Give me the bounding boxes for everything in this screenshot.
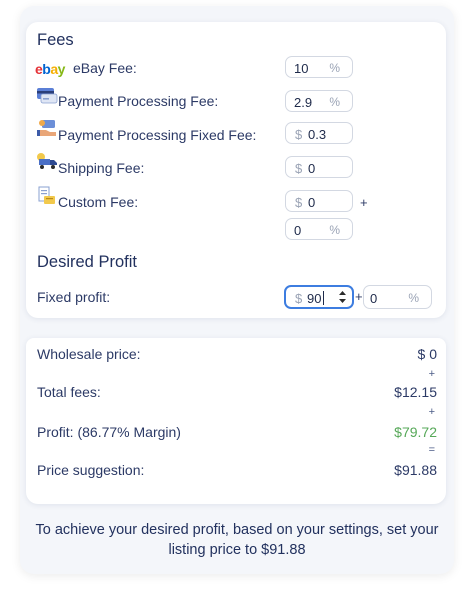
plus-sign: + [428, 406, 435, 418]
fixed-fee-value: 0.3 [308, 127, 327, 142]
ebay-fee-label: eBay Fee: [73, 60, 137, 76]
ebay-fee-input[interactable]: 10 % [285, 56, 353, 78]
profit-percent-value: 0 [370, 291, 378, 306]
shipping-fee-label: Shipping Fee: [58, 160, 145, 176]
footer-message: To achieve your desired profit, based on… [20, 520, 454, 560]
wholesale-label: Wholesale price: [37, 346, 141, 362]
wholesale-value: $ 0 [417, 346, 437, 362]
custom-fee-percent-value: 0 [294, 223, 302, 238]
dollar-icon: $ [295, 127, 303, 142]
profit-margin-label: Profit: (86.77% Margin) [37, 424, 181, 440]
custom-fee-value: 0 [308, 195, 316, 210]
credit-card-icon [37, 88, 58, 104]
fixed-profit-label: Fixed profit: [37, 289, 111, 305]
payment-fee-value: 2.9 [294, 95, 313, 110]
dollar-icon: $ [295, 161, 303, 176]
payment-fee-input[interactable]: 2.9 % [285, 90, 353, 112]
plus-sign: + [428, 368, 435, 380]
custom-receipt-icon [38, 186, 55, 204]
dollar-icon: $ [295, 291, 303, 306]
fees-heading: Fees [37, 31, 74, 49]
footer-line-2: listing price to $91.88 [168, 542, 306, 558]
footer-line-1: To achieve your desired profit, based on… [35, 522, 439, 538]
text-cursor [323, 291, 324, 305]
total-fees-label: Total fees: [37, 384, 101, 400]
summary-card [26, 338, 446, 504]
shipping-fee-value: 0 [308, 161, 316, 176]
percent-icon: % [329, 95, 340, 109]
spinner-arrows-icon[interactable] [338, 289, 347, 305]
shipping-truck-icon [37, 153, 57, 169]
dollar-icon: $ [295, 195, 303, 210]
percent-icon: % [329, 223, 340, 237]
desired-profit-heading: Desired Profit [37, 253, 137, 271]
profit-value: $79.72 [394, 424, 437, 440]
profit-percent-input[interactable]: 0 % [363, 285, 432, 309]
total-fees-value: $12.15 [394, 384, 437, 400]
price-suggestion-value: $91.88 [394, 462, 437, 478]
custom-fee-percent-input[interactable]: 0 % [285, 218, 353, 240]
payment-hand-icon [37, 120, 56, 136]
fixed-profit-input[interactable]: $ 90 [284, 285, 354, 309]
ebay-logo-icon: ebay [35, 61, 65, 77]
ebay-fee-value: 10 [294, 61, 309, 76]
custom-fee-label: Custom Fee: [58, 194, 139, 210]
payment-fee-label: Payment Processing Fee: [58, 93, 219, 109]
fixed-fee-label: Payment Processing Fixed Fee: [58, 127, 257, 143]
fixed-fee-input[interactable]: $ 0.3 [285, 122, 353, 144]
plus-sign: + [360, 195, 368, 210]
shipping-fee-input[interactable]: $ 0 [285, 156, 353, 178]
percent-icon: % [408, 291, 419, 305]
equals-sign: = [428, 444, 435, 456]
percent-icon: % [329, 61, 340, 75]
custom-fee-input[interactable]: $ 0 [285, 190, 353, 212]
plus-sign: + [355, 289, 363, 304]
fixed-profit-value: 90 [307, 291, 322, 306]
price-suggestion-label: Price suggestion: [37, 462, 145, 478]
